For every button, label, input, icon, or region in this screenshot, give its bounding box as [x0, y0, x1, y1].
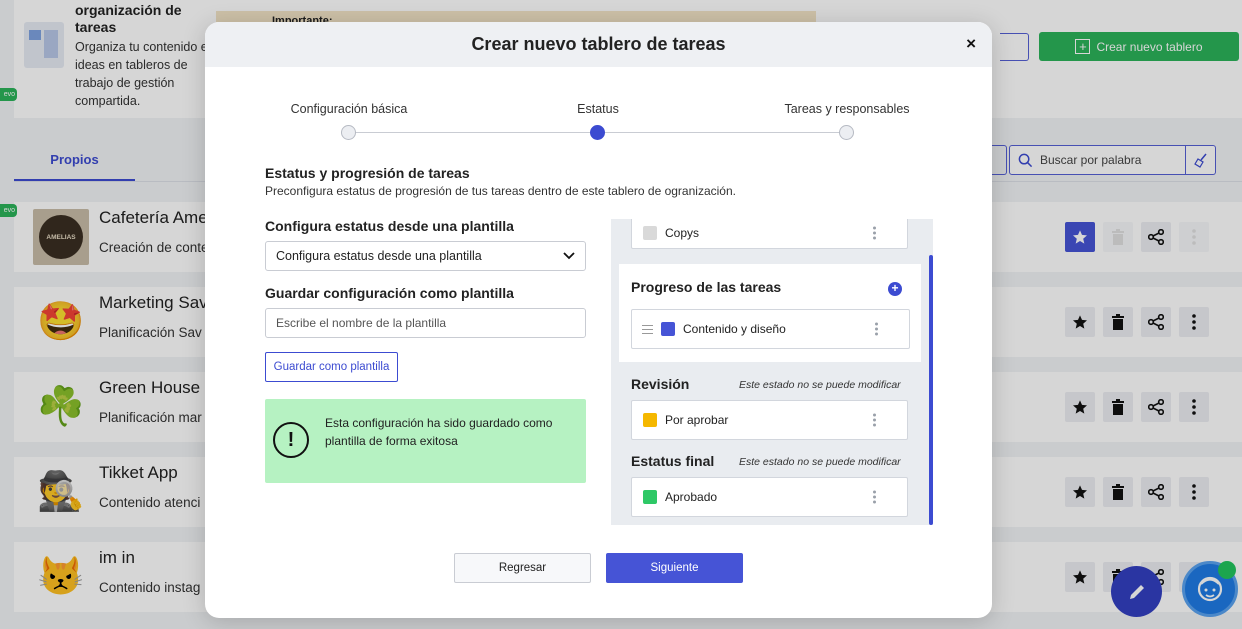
- create-board-modal: Crear nuevo tablero de tareas × Configur…: [205, 22, 992, 618]
- save-template-label: Guardar configuración como plantilla: [265, 285, 514, 301]
- status-label: Por aprobar: [665, 413, 729, 427]
- template-select-label: Configura estatus desde una plantilla: [265, 218, 514, 234]
- status-item-contenido-diseno[interactable]: Contenido y diseño: [631, 309, 910, 349]
- chevron-down-icon: [563, 252, 575, 260]
- template-config-column: Configura estatus desde una plantilla Co…: [265, 218, 586, 483]
- status-item-copys[interactable]: Copys: [631, 219, 908, 249]
- template-name-input[interactable]: [265, 308, 586, 338]
- status-panel[interactable]: Copys Progreso de las tareas + Contenido…: [611, 219, 933, 525]
- status-color-swatch: [643, 490, 657, 504]
- section-description: Preconfigura estatus de progresión de tu…: [265, 184, 736, 198]
- step-label: Estatus: [577, 102, 619, 116]
- section-title: Estatus y progresión de tareas: [265, 165, 470, 181]
- success-alert: ! Esta configuración ha sido guardado co…: [265, 399, 586, 483]
- step-dot-active: [590, 125, 605, 140]
- locked-note: Este estado no se puede modificar: [739, 379, 901, 391]
- add-status-icon[interactable]: +: [888, 282, 902, 296]
- close-icon[interactable]: ×: [966, 34, 976, 54]
- modal-title: Crear nuevo tablero de tareas: [471, 34, 726, 54]
- template-select-value: Configura estatus desde una plantilla: [276, 249, 482, 263]
- modal-header: Crear nuevo tablero de tareas ×: [205, 22, 992, 67]
- step-configuracion-basica[interactable]: Configuración básica: [269, 102, 429, 140]
- save-template-button[interactable]: Guardar como plantilla: [265, 352, 398, 382]
- next-button[interactable]: Siguiente: [606, 553, 743, 583]
- group-title-final: Estatus final: [631, 453, 715, 469]
- status-label: Contenido y diseño: [683, 322, 786, 336]
- step-label: Configuración básica: [290, 102, 408, 116]
- step-tareas-responsables[interactable]: Tareas y responsables: [767, 102, 927, 140]
- status-panel-scrollbar[interactable]: [929, 255, 933, 525]
- status-label: Copys: [665, 226, 700, 240]
- status-item-por-aprobar[interactable]: Por aprobar: [631, 400, 908, 440]
- alert-exclamation-icon: !: [273, 422, 309, 458]
- step-dot: [341, 125, 356, 140]
- back-button[interactable]: Regresar: [454, 553, 591, 583]
- status-label: Aprobado: [665, 490, 718, 504]
- drag-handle-icon[interactable]: [642, 322, 653, 337]
- kebab-icon[interactable]: [873, 225, 877, 242]
- status-color-swatch: [643, 413, 657, 427]
- template-select[interactable]: Configura estatus desde una plantilla: [265, 241, 586, 271]
- success-message: Esta configuración ha sido guardado como…: [325, 416, 553, 448]
- group-title: Progreso de las tareas: [631, 279, 782, 295]
- step-label: Tareas y responsables: [784, 102, 910, 116]
- step-dot: [839, 125, 854, 140]
- kebab-icon[interactable]: [873, 489, 877, 506]
- status-item-aprobado[interactable]: Aprobado: [631, 477, 908, 517]
- status-color-swatch: [661, 322, 675, 336]
- group-title-revision: Revisión: [631, 376, 690, 392]
- step-estatus[interactable]: Estatus: [518, 102, 678, 140]
- kebab-icon[interactable]: [875, 321, 879, 338]
- locked-note: Este estado no se puede modificar: [739, 456, 901, 468]
- modal-footer: Regresar Siguiente: [454, 553, 743, 583]
- progress-group: Progreso de las tareas + Contenido y dis…: [619, 264, 921, 362]
- status-color-swatch: [643, 226, 657, 240]
- stepper: Configuración básica Estatus Tareas y re…: [265, 102, 910, 142]
- kebab-icon[interactable]: [873, 412, 877, 429]
